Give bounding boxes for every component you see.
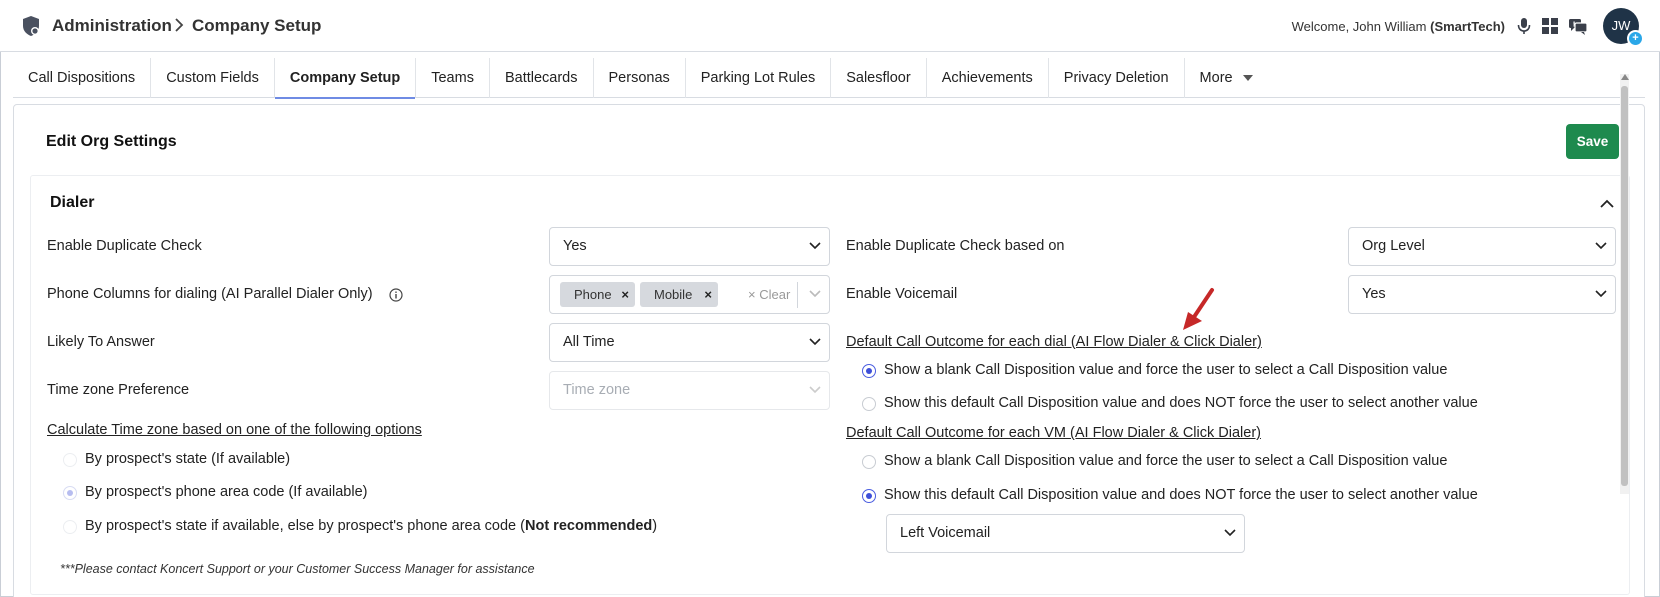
chevron-right-icon: [175, 18, 184, 32]
tab-battlecards[interactable]: Battlecards: [490, 58, 594, 98]
tab-salesfloor[interactable]: Salesfloor: [831, 58, 927, 98]
breadcrumb-company-setup: Company Setup: [192, 16, 322, 35]
dup-check-label: Enable Duplicate Check: [47, 238, 202, 254]
outcome-dial-label: Default Call Outcome for each dial (AI F…: [846, 334, 1262, 350]
remove-chip-icon[interactable]: ×: [621, 282, 629, 307]
info-icon[interactable]: [389, 288, 403, 302]
outcome-option-label: Show this default Call Disposition value…: [884, 395, 1478, 411]
chat-icon[interactable]: !: [1568, 16, 1588, 36]
radio-vm-blank[interactable]: [862, 455, 876, 469]
radio-vm-default[interactable]: [862, 489, 876, 503]
avatar-plus-badge-icon: +: [1627, 30, 1644, 47]
outcome-option-label: Show a blank Call Disposition value and …: [884, 453, 1448, 469]
divider: [797, 282, 798, 308]
radio-tz-state: [63, 453, 77, 467]
chevron-down-icon: [1595, 242, 1607, 250]
radio-dial-default[interactable]: [862, 397, 876, 411]
enable-voicemail-select[interactable]: Yes: [1348, 275, 1616, 314]
dup-check-based-label: Enable Duplicate Check based on: [846, 238, 1065, 254]
svg-text:!: !: [1573, 21, 1576, 29]
tab-achievements[interactable]: Achievements: [927, 58, 1049, 98]
radio-tz-area-code: [63, 486, 77, 500]
timezone-calc-label: Calculate Time zone based on one of the …: [47, 422, 422, 438]
radio-dial-blank[interactable]: [862, 364, 876, 378]
enable-voicemail-label: Enable Voicemail: [846, 286, 958, 302]
tab-more[interactable]: More: [1185, 58, 1268, 98]
apps-grid-icon[interactable]: [1540, 16, 1560, 36]
tab-personas[interactable]: Personas: [594, 58, 686, 98]
card-title: Edit Org Settings: [46, 133, 177, 150]
settings-tabs: Call Dispositions Custom Fields Company …: [13, 58, 1645, 99]
chevron-up-icon[interactable]: [1599, 196, 1615, 212]
breadcrumb-administration[interactable]: Administration: [52, 16, 172, 36]
tab-privacy-deletion[interactable]: Privacy Deletion: [1049, 58, 1185, 98]
outcome-option-label: Show this default Call Disposition value…: [884, 487, 1478, 503]
dup-check-select[interactable]: Yes: [549, 227, 830, 266]
dup-check-based-select[interactable]: Org Level: [1348, 227, 1616, 266]
tab-custom-fields[interactable]: Custom Fields: [151, 58, 275, 98]
tz-option-label: By prospect's state (If available): [85, 451, 291, 467]
chevron-down-icon: [809, 290, 821, 298]
outcome-option-label: Show a blank Call Disposition value and …: [884, 362, 1448, 378]
annotation-arrow-icon: [1183, 288, 1214, 330]
caret-down-icon: [1242, 75, 1253, 81]
phone-columns-label: Phone Columns for dialing (AI Parallel D…: [47, 286, 373, 302]
chip-phone: Phone ×: [560, 282, 635, 307]
chevron-down-icon: [809, 338, 821, 346]
outcome-vm-label: Default Call Outcome for each VM (AI Flo…: [846, 425, 1261, 441]
phone-columns-multiselect[interactable]: Phone × Mobile × × Clear: [549, 275, 830, 314]
tab-teams[interactable]: Teams: [416, 58, 490, 98]
chip-mobile: Mobile ×: [640, 282, 718, 307]
vm-disposition-select[interactable]: Left Voicemail: [886, 514, 1245, 553]
admin-shield-icon: [23, 16, 39, 36]
likely-to-answer-select[interactable]: All Time: [549, 323, 830, 362]
tab-call-dispositions[interactable]: Call Dispositions: [13, 58, 152, 98]
welcome-text: Welcome, John William (SmartTech): [1291, 19, 1505, 34]
scroll-up-arrow-icon[interactable]: [1621, 74, 1629, 80]
save-button[interactable]: Save: [1566, 124, 1619, 159]
remove-chip-icon[interactable]: ×: [704, 282, 712, 307]
likely-to-answer-label: Likely To Answer: [47, 334, 155, 350]
tz-option-label: By prospect's phone area code (If availa…: [85, 484, 368, 500]
tab-parking-lot-rules[interactable]: Parking Lot Rules: [686, 58, 832, 98]
chevron-down-icon: [1224, 529, 1236, 537]
top-bar: Administration Company Setup Welcome, Jo…: [0, 0, 1660, 52]
chevron-down-icon: [1595, 290, 1607, 298]
timezone-preference-label: Time zone Preference: [47, 382, 190, 398]
radio-tz-state-else-area: [63, 520, 77, 534]
microphone-icon[interactable]: [1514, 16, 1534, 36]
chevron-down-icon: [809, 242, 821, 250]
scrollbar-thumb[interactable]: [1621, 86, 1628, 486]
clear-button[interactable]: × Clear: [748, 276, 790, 313]
chevron-down-icon: [809, 386, 821, 394]
timezone-select: Time zone: [549, 371, 830, 410]
support-note: ***Please contact Koncert Support or you…: [60, 562, 535, 576]
section-title: Dialer: [50, 194, 95, 211]
tab-company-setup[interactable]: Company Setup: [274, 58, 417, 99]
tz-option-label: By prospect's state if available, else b…: [85, 518, 658, 534]
